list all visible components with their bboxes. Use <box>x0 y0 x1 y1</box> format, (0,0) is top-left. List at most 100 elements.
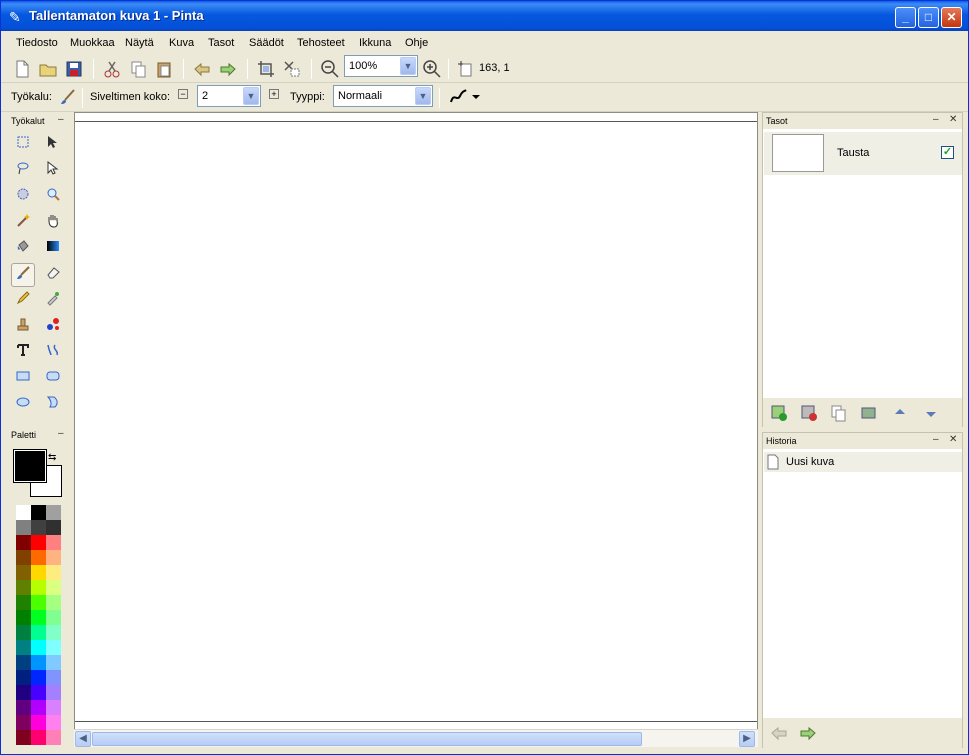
palette-swatch[interactable] <box>31 535 46 550</box>
eraser-icon[interactable] <box>41 263 65 287</box>
palette-swatch[interactable] <box>16 520 31 535</box>
duplicate-layer-icon[interactable] <box>828 402 850 424</box>
menu-adjustments[interactable]: Säädöt <box>249 37 284 49</box>
deselect-icon[interactable] <box>281 58 303 80</box>
chevron-down-icon[interactable]: ▼ <box>400 57 416 75</box>
layer-item[interactable]: Tausta ✓ <box>764 132 962 175</box>
color-picker-icon[interactable] <box>41 289 65 313</box>
palette-swatch[interactable] <box>46 655 61 670</box>
menu-file[interactable]: Tiedosto <box>16 37 58 49</box>
rounded-rectangle-icon[interactable] <box>41 367 65 391</box>
menu-layers[interactable]: Tasot <box>208 37 234 49</box>
palette-swatch[interactable] <box>16 730 31 745</box>
palette-swatch[interactable] <box>16 565 31 580</box>
palette-swatch[interactable] <box>16 505 31 520</box>
antialiasing-icon[interactable] <box>448 86 470 108</box>
palette-swatch[interactable] <box>46 625 61 640</box>
title-bar[interactable]: ✎ Tallentamaton kuva 1 - Pinta _ □ ✕ <box>1 1 968 31</box>
palette-swatch[interactable] <box>31 565 46 580</box>
palette-swatch[interactable] <box>16 670 31 685</box>
close-icon[interactable]: ✕ <box>949 434 957 445</box>
paste-icon[interactable] <box>153 58 175 80</box>
palette-swatch[interactable] <box>31 655 46 670</box>
minimize-button[interactable]: _ <box>895 7 916 28</box>
palette-swatch[interactable] <box>16 580 31 595</box>
crop-to-selection-icon[interactable] <box>255 58 277 80</box>
close-icon[interactable]: ✕ <box>949 114 957 125</box>
palette-swatch[interactable] <box>31 700 46 715</box>
horizontal-scrollbar[interactable]: ◀ ▶ <box>74 729 758 747</box>
palette-swatch[interactable] <box>31 520 46 535</box>
pencil-icon[interactable] <box>11 289 35 313</box>
menu-view[interactable]: Näytä <box>125 37 154 49</box>
recolor-icon[interactable] <box>41 315 65 339</box>
decrease-brush-size-button[interactable]: − <box>178 89 188 99</box>
menu-image[interactable]: Kuva <box>169 37 194 49</box>
swap-colors-icon[interactable]: ⇆ <box>48 452 56 463</box>
palette-swatch[interactable] <box>31 580 46 595</box>
palette-swatch[interactable] <box>46 610 61 625</box>
new-file-icon[interactable] <box>11 58 33 80</box>
scrollbar-thumb[interactable] <box>92 732 642 746</box>
menu-window[interactable]: Ikkuna <box>359 37 391 49</box>
delete-layer-icon[interactable] <box>798 402 820 424</box>
palette-swatch[interactable] <box>46 715 61 730</box>
history-item[interactable]: Uusi kuva <box>764 452 962 472</box>
ellipse-select-icon[interactable] <box>11 185 35 209</box>
palette-swatch[interactable] <box>31 505 46 520</box>
move-layer-up-icon[interactable] <box>889 402 911 424</box>
palette-swatch[interactable] <box>31 625 46 640</box>
palette-swatch[interactable] <box>16 550 31 565</box>
close-button[interactable]: ✕ <box>941 7 962 28</box>
save-icon[interactable] <box>63 58 85 80</box>
redo-icon[interactable] <box>217 58 239 80</box>
copy-icon[interactable] <box>127 58 149 80</box>
palette-swatch[interactable] <box>16 595 31 610</box>
undo-icon[interactable] <box>191 58 213 80</box>
pan-hand-icon[interactable] <box>41 211 65 235</box>
chevron-down-icon[interactable] <box>470 86 482 108</box>
palette-swatch[interactable] <box>46 700 61 715</box>
palette-swatch[interactable] <box>46 520 61 535</box>
palette-swatch[interactable] <box>46 535 61 550</box>
primary-color-swatch[interactable] <box>13 449 47 483</box>
type-combo[interactable]: Normaali ▼ <box>333 85 433 107</box>
chevron-down-icon[interactable]: ▼ <box>415 87 431 105</box>
text-tool-icon[interactable] <box>11 341 35 365</box>
open-folder-icon[interactable] <box>37 58 59 80</box>
palette-swatch[interactable] <box>16 685 31 700</box>
collapse-icon[interactable]: – <box>933 114 939 125</box>
palette-swatch[interactable] <box>16 715 31 730</box>
chevron-down-icon[interactable]: ▼ <box>243 87 259 105</box>
zoom-in-icon[interactable] <box>421 58 443 80</box>
move-selected-icon[interactable] <box>41 133 65 157</box>
palette-swatch[interactable] <box>31 730 46 745</box>
scroll-left-icon[interactable]: ◀ <box>75 731 91 747</box>
zoom-combo[interactable]: 100% ▼ <box>344 55 418 77</box>
move-layer-down-icon[interactable] <box>920 402 942 424</box>
palette-swatch[interactable] <box>46 550 61 565</box>
cut-icon[interactable] <box>101 58 123 80</box>
menu-help[interactable]: Ohje <box>405 37 428 49</box>
palette-swatch[interactable] <box>31 685 46 700</box>
palette-swatch[interactable] <box>16 700 31 715</box>
line-curve-icon[interactable] <box>41 341 65 365</box>
ellipse-icon[interactable] <box>11 393 35 417</box>
collapse-icon[interactable]: – <box>58 428 64 439</box>
palette-swatch[interactable] <box>46 595 61 610</box>
menu-effects[interactable]: Tehosteet <box>297 37 345 49</box>
rectangle-select-icon[interactable] <box>11 133 35 157</box>
palette-swatch[interactable] <box>16 640 31 655</box>
palette-swatch[interactable] <box>31 610 46 625</box>
palette-swatch[interactable] <box>46 505 61 520</box>
scroll-right-icon[interactable]: ▶ <box>739 731 755 747</box>
palette-swatch[interactable] <box>31 640 46 655</box>
palette-swatch[interactable] <box>46 640 61 655</box>
lasso-select-icon[interactable] <box>11 159 35 183</box>
collapse-icon[interactable]: – <box>58 114 64 125</box>
palette-swatch[interactable] <box>46 730 61 745</box>
undo-icon[interactable] <box>768 722 790 744</box>
merge-layer-down-icon[interactable] <box>858 402 880 424</box>
palette-swatch[interactable] <box>46 580 61 595</box>
paint-bucket-icon[interactable] <box>11 237 35 261</box>
